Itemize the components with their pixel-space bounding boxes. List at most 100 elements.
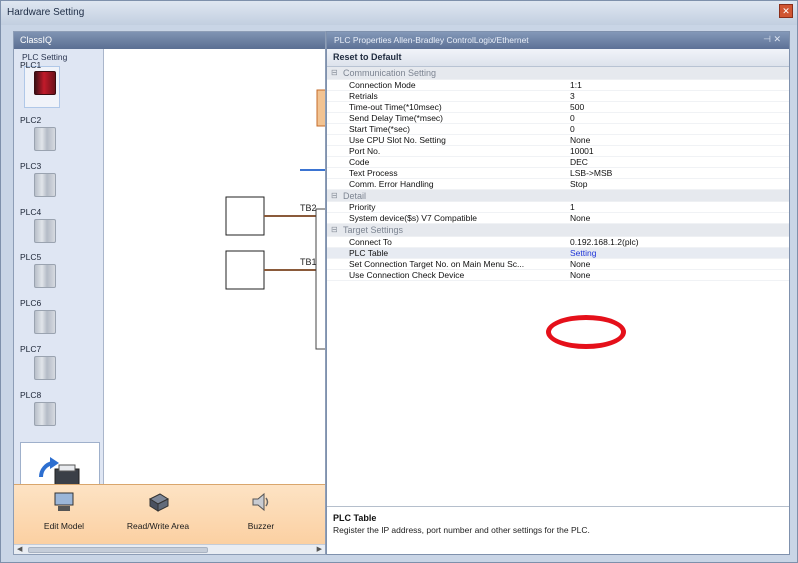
property-name: Use CPU Slot No. Setting bbox=[349, 134, 446, 145]
property-row[interactable]: Port No. 10001 bbox=[327, 146, 789, 157]
plc-label: PLC4 bbox=[20, 207, 42, 217]
pin-icon[interactable]: ⊣ ✕ bbox=[763, 34, 781, 45]
property-row[interactable]: Start Time(*sec) 0 bbox=[327, 124, 789, 135]
property-row[interactable]: Send Delay Time(*msec) 0 bbox=[327, 113, 789, 124]
plc-gray-icon[interactable] bbox=[34, 310, 56, 334]
property-row[interactable]: Set Connection Target No. on Main Menu S… bbox=[327, 259, 789, 270]
plc-label: PLC6 bbox=[20, 298, 42, 308]
property-row[interactable]: Use CPU Slot No. Setting None bbox=[327, 135, 789, 146]
read-write-area-button[interactable]: Read/Write Area bbox=[118, 491, 198, 531]
plc-gray-icon[interactable] bbox=[34, 402, 56, 426]
property-value[interactable]: Stop bbox=[570, 179, 780, 190]
property-row[interactable]: Connect To 0.192.168.1.2(plc) bbox=[327, 237, 789, 248]
property-row[interactable]: Comm. Error Handling Stop bbox=[327, 179, 789, 190]
close-icon[interactable]: ✕ bbox=[779, 4, 793, 18]
property-value[interactable]: None bbox=[570, 213, 780, 224]
property-name: Retrials bbox=[349, 90, 378, 101]
plc-item-1[interactable]: PLC1 bbox=[20, 60, 41, 70]
scroll-thumb[interactable] bbox=[28, 547, 208, 553]
description-pane: PLC Table Register the IP address, port … bbox=[327, 506, 789, 554]
buzzer-label: Buzzer bbox=[247, 521, 275, 531]
plc-item-4[interactable]: PLC4 bbox=[20, 207, 41, 217]
plc-label: PLC1 bbox=[20, 60, 42, 70]
read-write-area-icon bbox=[148, 493, 170, 512]
edit-model-label: Edit Model bbox=[43, 521, 85, 531]
plc-gray-icon[interactable] bbox=[34, 264, 56, 288]
read-write-area-label: Read/Write Area bbox=[126, 521, 190, 531]
property-value[interactable]: 0 bbox=[570, 113, 780, 124]
property-value[interactable]: None bbox=[570, 259, 780, 270]
plc-setting-panel: ClassIQ PLC Setting PLC1 PLC2 PLC3 PLC4 … bbox=[13, 31, 326, 555]
plc-item-5[interactable]: PLC5 bbox=[20, 252, 41, 262]
collapse-icon[interactable]: ⊟ bbox=[331, 67, 338, 80]
property-row[interactable]: System device($s) V7 Compatible None bbox=[327, 213, 789, 224]
property-row[interactable]: Code DEC bbox=[327, 157, 789, 168]
plc-red-icon[interactable] bbox=[34, 71, 56, 95]
property-row-plc-table[interactable]: PLC Table Setting bbox=[327, 247, 789, 259]
category-detail[interactable]: ⊟ Detail bbox=[327, 189, 789, 203]
property-name: Connection Mode bbox=[349, 79, 416, 90]
description-title: PLC Table bbox=[333, 513, 377, 523]
property-row[interactable]: Connection Mode 1:1 bbox=[327, 80, 789, 91]
property-grid: ⊟ Communication Setting Connection Mode 1… bbox=[327, 67, 789, 281]
device-icon[interactable] bbox=[316, 89, 325, 127]
plc-table-setting-link[interactable]: Setting bbox=[570, 248, 780, 259]
property-row[interactable]: Priority 1 bbox=[327, 202, 789, 213]
connection-diagram[interactable]: TB2 TB1 bbox=[104, 49, 325, 484]
property-value[interactable]: 1:1 bbox=[570, 80, 780, 91]
category-label: Detail bbox=[343, 190, 367, 201]
property-value[interactable]: DEC bbox=[570, 157, 780, 168]
reset-to-default-button[interactable]: Reset to Default bbox=[333, 52, 402, 62]
plc-gray-icon[interactable] bbox=[34, 356, 56, 380]
scroll-left-icon[interactable]: ◀ bbox=[17, 545, 22, 553]
plc-item-7[interactable]: PLC7 bbox=[20, 344, 41, 354]
window-title: Hardware Setting bbox=[7, 7, 85, 18]
property-value[interactable]: 0 bbox=[570, 124, 780, 135]
buzzer-button[interactable]: Buzzer bbox=[236, 491, 286, 531]
property-value[interactable]: LSB->MSB bbox=[570, 168, 780, 179]
properties-toolbar: Reset to Default bbox=[327, 49, 789, 67]
plc-gray-icon[interactable] bbox=[34, 219, 56, 243]
property-value[interactable]: None bbox=[570, 270, 780, 281]
collapse-icon[interactable]: ⊟ bbox=[331, 190, 338, 203]
property-row[interactable]: Text Process LSB->MSB bbox=[327, 168, 789, 179]
property-value[interactable]: 10001 bbox=[570, 146, 780, 157]
edit-model-button[interactable]: Edit Model bbox=[34, 491, 94, 531]
collapse-icon[interactable]: ⊟ bbox=[331, 224, 338, 237]
station-box-top[interactable] bbox=[225, 196, 265, 236]
property-row[interactable]: Use Connection Check Device None bbox=[327, 270, 789, 281]
plc-gray-icon[interactable] bbox=[34, 127, 56, 151]
property-value[interactable]: 500 bbox=[570, 102, 780, 113]
property-value[interactable]: 1 bbox=[570, 202, 780, 213]
property-name: Time-out Time(*10msec) bbox=[349, 101, 442, 112]
station-box-bottom[interactable] bbox=[225, 250, 265, 290]
property-value[interactable]: None bbox=[570, 135, 780, 146]
property-value[interactable]: 3 bbox=[570, 91, 780, 102]
property-name: Priority bbox=[349, 202, 376, 212]
category-target-settings[interactable]: ⊟ Target Settings bbox=[327, 224, 789, 237]
description-text: Register the IP address, port number and… bbox=[333, 525, 590, 535]
plc-label: PLC5 bbox=[20, 252, 42, 262]
horizontal-scrollbar[interactable]: ◀ ▶ bbox=[14, 544, 325, 554]
property-row[interactable]: Retrials 3 bbox=[327, 91, 789, 102]
scroll-right-icon[interactable]: ▶ bbox=[317, 545, 322, 553]
plc-properties-panel: PLC Properties Allen-Bradley ControlLogi… bbox=[326, 31, 790, 555]
property-name: Use Connection Check Device bbox=[349, 269, 465, 280]
plc-gray-icon[interactable] bbox=[34, 173, 56, 197]
property-name: Connect To bbox=[349, 236, 392, 247]
plc-item-8[interactable]: PLC8 bbox=[20, 390, 41, 400]
category-communication-setting[interactable]: ⊟ Communication Setting bbox=[327, 67, 789, 80]
plc-label: PLC3 bbox=[20, 161, 42, 171]
plc-item-6[interactable]: PLC6 bbox=[20, 298, 41, 308]
property-name: System device($s) V7 Compatible bbox=[349, 213, 478, 223]
plc-item-3[interactable]: PLC3 bbox=[20, 161, 41, 171]
property-name: Send Delay Time(*msec) bbox=[349, 112, 444, 123]
property-name: PLC Table bbox=[349, 247, 389, 258]
property-row[interactable]: Time-out Time(*10msec) 500 bbox=[327, 102, 789, 113]
category-label: Communication Setting bbox=[343, 68, 437, 78]
title-bar: Hardware Setting ✕ bbox=[1, 1, 797, 25]
property-value[interactable]: 0.192.168.1.2(plc) bbox=[570, 237, 780, 248]
property-name: Set Connection Target No. on Main Menu S… bbox=[349, 258, 525, 269]
tb1-label: TB1 bbox=[300, 257, 317, 267]
plc-item-2[interactable]: PLC2 bbox=[20, 115, 41, 125]
